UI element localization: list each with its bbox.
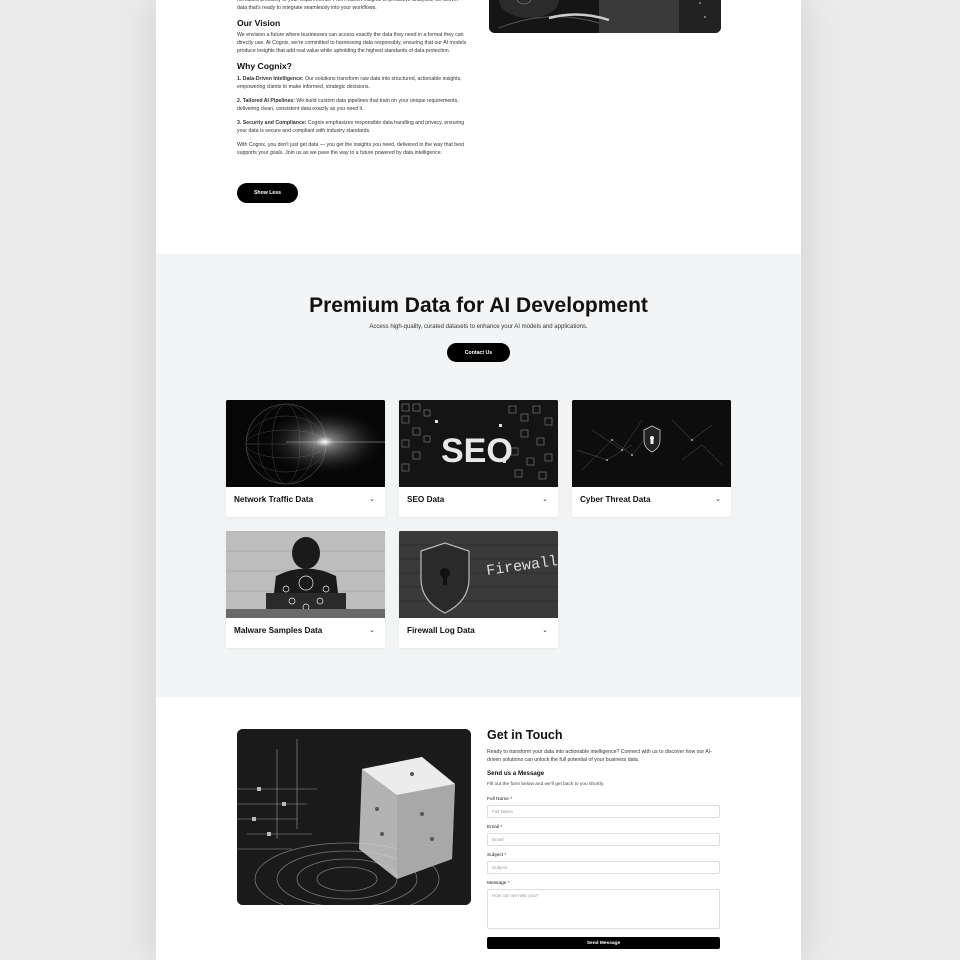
card-label: Malware Samples Data xyxy=(234,626,323,635)
card-seo[interactable]: SEO SEO Data ⌄ xyxy=(399,400,558,517)
about-image xyxy=(489,0,721,33)
show-less-button[interactable]: Show Less xyxy=(237,183,298,203)
contact-image xyxy=(237,729,471,905)
premium-data-section: Premium Data for AI Development Access h… xyxy=(156,254,801,697)
premium-subtitle: Access high-quality, curated datasets to… xyxy=(369,324,588,330)
why-point-1-title: 1. Data-Driven Intelligence: xyxy=(237,76,304,82)
page: formatted precisely to your requirements… xyxy=(156,0,801,960)
premium-title: Premium Data for AI Development xyxy=(309,294,648,317)
why-point-2-title: 2. Tailored AI Pipelines: xyxy=(237,98,295,104)
card-firewall-log[interactable]: Firewall Firewall Log Data ⌄ xyxy=(399,531,558,648)
chevron-down-icon[interactable]: ⌄ xyxy=(369,626,375,634)
about-intro: formatted precisely to your requirements… xyxy=(237,0,459,11)
why-point-3: 3. Security and Compliance: Cognix empha… xyxy=(237,119,469,135)
vision-heading: Our Vision xyxy=(237,18,281,28)
chevron-down-icon[interactable]: ⌄ xyxy=(369,495,375,503)
email-label: Email * xyxy=(487,825,503,830)
about-section: formatted precisely to your requirements… xyxy=(156,0,801,254)
contact-section: Get in Touch Ready to transform your dat… xyxy=(156,697,801,960)
card-label: Cyber Threat Data xyxy=(580,495,651,504)
malware-samples-image xyxy=(226,531,385,618)
seo-image-text: SEO xyxy=(441,432,513,470)
message-label: Message * xyxy=(487,881,510,886)
why-point-1: 1. Data-Driven Intelligence: Our solutio… xyxy=(237,75,469,91)
get-in-touch-description: Ready to transform your data into action… xyxy=(487,749,712,763)
firewall-log-image: Firewall xyxy=(399,531,558,618)
chevron-down-icon[interactable]: ⌄ xyxy=(715,495,721,503)
cyber-threat-image xyxy=(572,400,731,487)
full-name-input[interactable]: Full Name xyxy=(487,805,720,818)
card-cyber-threat[interactable]: Cyber Threat Data ⌄ xyxy=(572,400,731,517)
card-malware-samples[interactable]: Malware Samples Data ⌄ xyxy=(226,531,385,648)
why-point-3-title: 3. Security and Compliance: xyxy=(237,120,307,126)
send-message-title: Send us a Message xyxy=(487,770,545,777)
card-network-traffic[interactable]: Network Traffic Data ⌄ xyxy=(226,400,385,517)
send-message-button[interactable]: Send Message xyxy=(487,937,720,949)
about-closing: With Cognix, you don't just get data — y… xyxy=(237,142,465,156)
email-input[interactable]: Email xyxy=(487,833,720,846)
card-label: Network Traffic Data xyxy=(234,495,314,504)
message-textarea[interactable]: How can we help you? xyxy=(487,889,720,929)
chevron-down-icon[interactable]: ⌄ xyxy=(542,495,548,503)
full-name-label: Full Name * xyxy=(487,797,513,802)
network-traffic-image xyxy=(226,400,385,487)
subject-input[interactable]: Subject xyxy=(487,861,720,874)
seo-image: SEO xyxy=(399,400,558,487)
get-in-touch-title: Get in Touch xyxy=(487,728,563,742)
about-text: formatted precisely to your requirements… xyxy=(237,0,469,157)
why-point-2: 2. Tailored AI Pipelines: We build custo… xyxy=(237,97,469,113)
card-label: SEO Data xyxy=(407,495,445,504)
why-heading: Why Cognix? xyxy=(237,61,292,71)
chevron-down-icon[interactable]: ⌄ xyxy=(542,626,548,634)
contact-us-button[interactable]: Contact Us xyxy=(447,343,510,362)
subject-label: Subject * xyxy=(487,853,507,858)
card-label: Firewall Log Data xyxy=(407,626,475,635)
vision-text: We envision a future where businesses ca… xyxy=(237,32,467,54)
send-message-subtitle: Fill out the form below and we'll get ba… xyxy=(487,782,605,787)
